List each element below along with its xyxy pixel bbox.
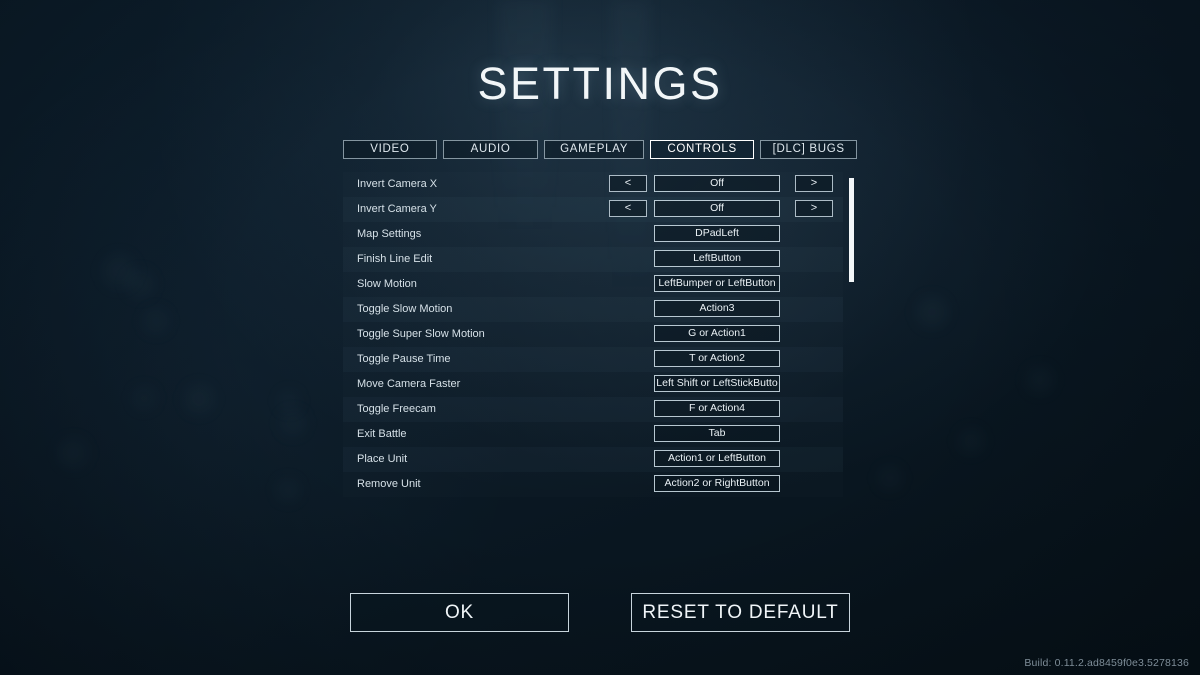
settings-row-label: Slow Motion	[357, 278, 417, 290]
settings-row-label: Place Unit	[357, 453, 408, 465]
reset-to-default-button[interactable]: RESET TO DEFAULT	[631, 593, 850, 632]
settings-row-label: Map Settings	[357, 228, 422, 240]
settings-row: Map Settings DPadLeft	[343, 222, 843, 247]
tab-audio[interactable]: AUDIO	[442, 140, 539, 159]
settings-list-panel: Invert Camera X < > Off Invert Camera Y < > Off…	[343, 172, 857, 503]
settings-screen: SETTINGS VIDEO AUDIO GAMEPLAY CONTROLS [DLC]…	[0, 0, 1200, 675]
settings-scrollbar-track[interactable]	[849, 172, 854, 503]
settings-row-value[interactable]: Off	[654, 200, 780, 217]
settings-row-value[interactable]: LeftButton	[654, 250, 780, 267]
tab-video[interactable]: VIDEO	[343, 140, 437, 159]
ok-button[interactable]: OK	[350, 593, 569, 632]
settings-row: Toggle Pause Time T or Action2	[343, 347, 843, 372]
settings-row-value[interactable]: Action2 or RightButton	[654, 475, 780, 492]
footer-buttons: OK RESET TO DEFAULT	[0, 593, 1200, 632]
settings-row-value[interactable]: DPadLeft	[654, 225, 780, 242]
tab-dlc-bugs[interactable]: [DLC] BUGS	[760, 140, 857, 159]
settings-row-label: Exit Battle	[357, 428, 407, 440]
settings-list: Invert Camera X < > Off Invert Camera Y < > Off…	[343, 172, 843, 497]
settings-row-value[interactable]: T or Action2	[654, 350, 780, 367]
settings-row: Invert Camera X < > Off	[343, 172, 843, 197]
settings-row: Place Unit Action1 or LeftButton	[343, 447, 843, 472]
settings-row: Move Camera Faster Left Shift or LeftStic…	[343, 372, 843, 397]
chevron-left-icon[interactable]: <	[609, 175, 647, 192]
settings-row: Toggle Super Slow Motion G or Action1	[343, 322, 843, 347]
settings-row-label: Remove Unit	[357, 478, 421, 490]
settings-row-label: Toggle Freecam	[357, 403, 436, 415]
settings-row-label: Move Camera Faster	[357, 378, 461, 390]
settings-row-label: Toggle Pause Time	[357, 353, 451, 365]
settings-row: Invert Camera Y < > Off	[343, 197, 843, 222]
settings-row-value[interactable]: G or Action1	[654, 325, 780, 342]
chevron-right-icon[interactable]: >	[795, 175, 833, 192]
settings-row-value[interactable]: F or Action4	[654, 400, 780, 417]
settings-row-label: Toggle Super Slow Motion	[357, 328, 485, 340]
settings-row: Toggle Freecam F or Action4	[343, 397, 843, 422]
settings-row-value[interactable]: Left Shift or LeftStickButto	[654, 375, 780, 392]
settings-row-label: Invert Camera Y	[357, 203, 437, 215]
build-version-label: Build: 0.11.2.ad8459f0e3.5278136	[1024, 657, 1189, 669]
settings-row: Remove Unit Action2 or RightButton	[343, 472, 843, 497]
settings-row-value[interactable]: LeftBumper or LeftButton	[654, 275, 780, 292]
settings-row-value[interactable]: Action3	[654, 300, 780, 317]
page-title: SETTINGS	[477, 58, 723, 109]
settings-row: Exit Battle Tab	[343, 422, 843, 447]
chevron-left-icon[interactable]: <	[609, 200, 647, 217]
settings-row-value[interactable]: Action1 or LeftButton	[654, 450, 780, 467]
settings-row: Toggle Slow Motion Action3	[343, 297, 843, 322]
settings-row-value[interactable]: Tab	[654, 425, 780, 442]
settings-row-label: Toggle Slow Motion	[357, 303, 453, 315]
settings-row: Finish Line Edit LeftButton	[343, 247, 843, 272]
tab-bar: VIDEO AUDIO GAMEPLAY CONTROLS [DLC] BUGS	[343, 140, 857, 159]
settings-row-label: Finish Line Edit	[357, 253, 433, 265]
settings-row: Slow Motion LeftBumper or LeftButton	[343, 272, 843, 297]
tab-controls[interactable]: CONTROLS	[649, 140, 755, 159]
settings-scrollbar-thumb[interactable]	[849, 178, 854, 282]
settings-row-value[interactable]: Off	[654, 175, 780, 192]
chevron-right-icon[interactable]: >	[795, 200, 833, 217]
settings-row-label: Invert Camera X	[357, 178, 438, 190]
tab-gameplay[interactable]: GAMEPLAY	[544, 140, 644, 159]
